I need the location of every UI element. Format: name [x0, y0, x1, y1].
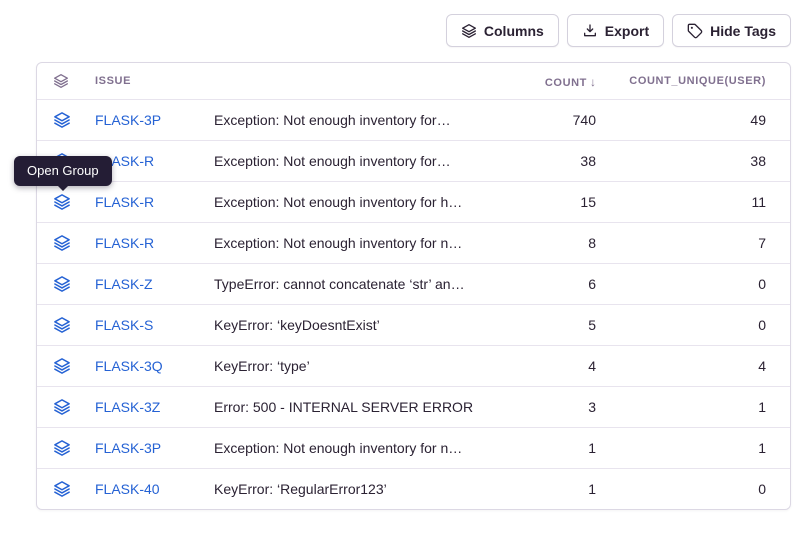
issue-title: KeyError: ‘type’	[214, 358, 506, 374]
layers-header-icon	[53, 73, 95, 89]
issue-link[interactable]: FLASK-R	[95, 194, 214, 210]
columns-button[interactable]: Columns	[446, 14, 559, 47]
issue-count: 15	[506, 194, 596, 210]
issue-link[interactable]: FLASK-R	[95, 153, 214, 169]
toolbar: Columns Export Hide Tags	[446, 14, 791, 47]
issue-count: 5	[506, 317, 596, 333]
issues-table: ISSUE COUNT↓ COUNT_UNIQUE(USER) FLASK-3P…	[36, 62, 791, 510]
tooltip-arrow	[57, 185, 69, 191]
issue-title: Exception: Not enough inventory for n…	[214, 440, 506, 456]
issue-count: 3	[506, 399, 596, 415]
issue-layers-icon[interactable]	[53, 275, 95, 293]
header-count[interactable]: COUNT↓	[506, 73, 596, 89]
issue-link[interactable]: FLASK-3Z	[95, 399, 214, 415]
issue-layers-icon[interactable]	[53, 439, 95, 457]
layers-icon	[461, 23, 477, 39]
issue-count: 8	[506, 235, 596, 251]
issue-title: KeyError: ‘keyDoesntExist’	[214, 317, 506, 333]
issue-count-unique: 11	[596, 194, 766, 210]
issue-link[interactable]: FLASK-3P	[95, 112, 214, 128]
issue-count-unique: 0	[596, 317, 766, 333]
issue-count-unique: 0	[596, 276, 766, 292]
issue-title: Exception: Not enough inventory for…	[214, 153, 506, 169]
issue-link[interactable]: FLASK-3P	[95, 440, 214, 456]
issue-count-unique: 1	[596, 399, 766, 415]
issue-count-unique: 4	[596, 358, 766, 374]
issue-title: Exception: Not enough inventory for h…	[214, 194, 506, 210]
issue-count: 740	[506, 112, 596, 128]
issue-link[interactable]: FLASK-3Q	[95, 358, 214, 374]
issue-count-unique: 49	[596, 112, 766, 128]
issue-count-unique: 1	[596, 440, 766, 456]
header-count-unique[interactable]: COUNT_UNIQUE(USER)	[596, 75, 766, 87]
issue-link[interactable]: FLASK-R	[95, 235, 214, 251]
table-row: FLASK-RException: Not enough inventory f…	[37, 181, 790, 222]
tag-icon	[687, 23, 703, 39]
issue-title: Exception: Not enough inventory for…	[214, 112, 506, 128]
table-row: FLASK-40KeyError: ‘RegularError123’10	[37, 468, 790, 509]
issue-link[interactable]: FLASK-40	[95, 481, 214, 497]
issue-count-unique: 7	[596, 235, 766, 251]
issue-layers-icon[interactable]	[53, 234, 95, 252]
header-issue: ISSUE	[95, 75, 214, 87]
export-button-label: Export	[605, 23, 649, 39]
issue-count: 4	[506, 358, 596, 374]
issue-count-unique: 0	[596, 481, 766, 497]
table-row: FLASK-RException: Not enough inventory f…	[37, 222, 790, 263]
issue-layers-icon[interactable]	[53, 193, 95, 211]
issue-count: 1	[506, 481, 596, 497]
issue-layers-icon[interactable]	[53, 398, 95, 416]
issue-title: TypeError: cannot concatenate ‘str’ an…	[214, 276, 506, 292]
table-row: FLASK-ZTypeError: cannot concatenate ‘st…	[37, 263, 790, 304]
issue-title: Error: 500 - INTERNAL SERVER ERROR	[214, 399, 506, 415]
issue-title: KeyError: ‘RegularError123’	[214, 481, 506, 497]
issue-link[interactable]: FLASK-Z	[95, 276, 214, 292]
table-row: FLASK-3QKeyError: ‘type’44	[37, 345, 790, 386]
issue-link[interactable]: FLASK-S	[95, 317, 214, 333]
header-count-label: COUNT	[545, 77, 587, 89]
issue-layers-icon[interactable]	[53, 111, 95, 129]
table-header-row: ISSUE COUNT↓ COUNT_UNIQUE(USER)	[37, 63, 790, 99]
download-icon	[582, 23, 598, 39]
issue-layers-icon[interactable]	[53, 316, 95, 334]
issue-count: 1	[506, 440, 596, 456]
issue-count-unique: 38	[596, 153, 766, 169]
issue-count: 38	[506, 153, 596, 169]
export-button[interactable]: Export	[567, 14, 664, 47]
issue-layers-icon[interactable]	[53, 480, 95, 498]
issue-layers-icon[interactable]	[53, 357, 95, 375]
hide-tags-button-label: Hide Tags	[710, 23, 776, 39]
table-row: FLASK-SKeyError: ‘keyDoesntExist’50	[37, 304, 790, 345]
hide-tags-button[interactable]: Hide Tags	[672, 14, 791, 47]
table-row: FLASK-3PException: Not enough inventory …	[37, 99, 790, 140]
issues-table-body: FLASK-3PException: Not enough inventory …	[37, 99, 790, 509]
issue-title: Exception: Not enough inventory for n…	[214, 235, 506, 251]
issue-count: 6	[506, 276, 596, 292]
table-row: FLASK-RException: Not enough inventory f…	[37, 140, 790, 181]
columns-button-label: Columns	[484, 23, 544, 39]
open-group-tooltip-label: Open Group	[27, 163, 99, 178]
open-group-tooltip: Open Group	[14, 156, 112, 186]
table-row: FLASK-3ZError: 500 - INTERNAL SERVER ERR…	[37, 386, 790, 427]
table-row: FLASK-3PException: Not enough inventory …	[37, 427, 790, 468]
